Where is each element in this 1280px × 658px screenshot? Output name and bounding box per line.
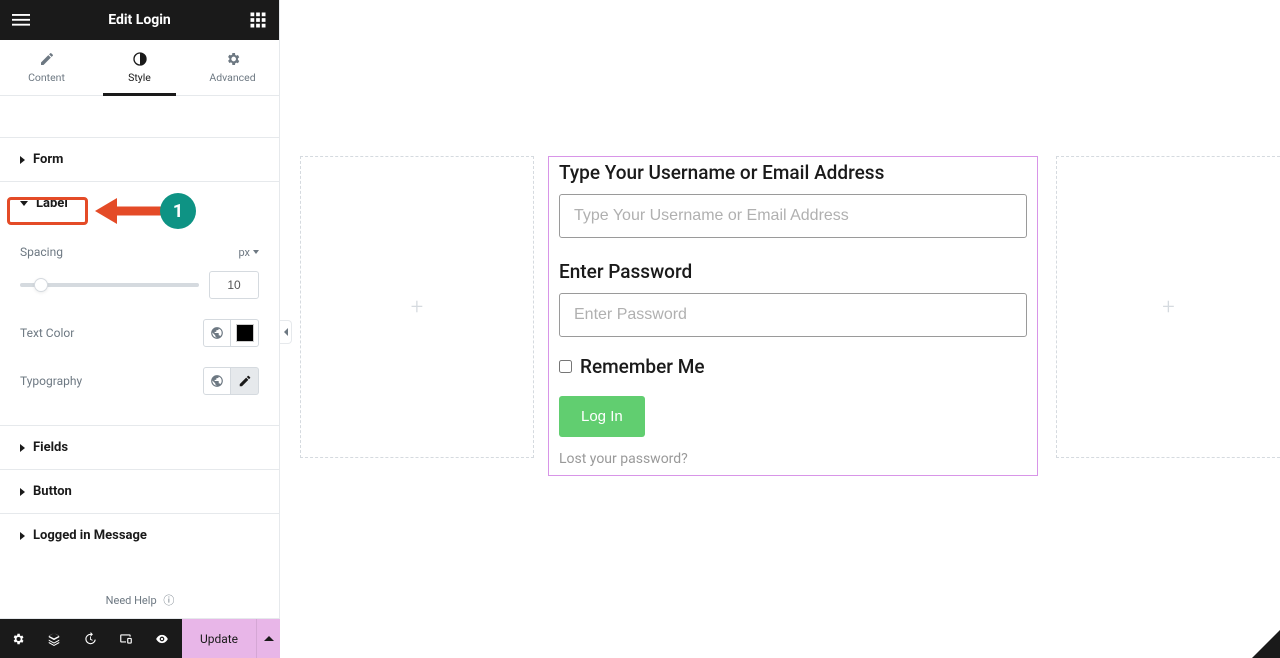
text-color-global-button[interactable] — [203, 319, 231, 347]
tab-content-label: Content — [28, 71, 65, 84]
panel-tabs: Content Style Advanced — [0, 40, 279, 96]
login-button-label: Log In — [581, 408, 623, 425]
section-logged-in-label: Logged in Message — [33, 528, 147, 543]
empty-column-right[interactable]: + — [1056, 156, 1280, 458]
caret-right-icon — [20, 156, 25, 164]
chevron-up-icon — [264, 636, 274, 641]
editor-panel: Edit Login Content Style Advanced Form — [0, 0, 280, 658]
spacing-value-input[interactable] — [209, 271, 259, 299]
update-button[interactable]: Update — [182, 619, 256, 658]
navigator-icon[interactable] — [36, 619, 72, 658]
typography-label: Typography — [20, 374, 82, 388]
empty-column-left[interactable]: + — [300, 156, 534, 458]
plus-icon: + — [1162, 295, 1174, 320]
tab-content[interactable]: Content — [0, 40, 93, 95]
remember-me-row[interactable]: Remember Me — [559, 355, 1027, 378]
section-fields[interactable]: Fields — [0, 426, 279, 470]
spacing-unit: px — [238, 246, 250, 259]
settings-icon[interactable] — [0, 619, 36, 658]
canvas-area: + Type Your Username or Email Address En… — [280, 0, 1280, 658]
section-button[interactable]: Button — [0, 470, 279, 514]
text-color-label: Text Color — [20, 326, 74, 340]
tab-style[interactable]: Style — [93, 40, 186, 95]
caret-right-icon — [20, 532, 25, 540]
plus-icon: + — [411, 295, 423, 320]
section-form[interactable]: Form — [0, 138, 279, 182]
tab-advanced-label: Advanced — [209, 71, 255, 84]
lost-password-label: Lost your password? — [559, 451, 688, 467]
spacing-unit-picker[interactable]: px — [238, 246, 259, 259]
typography-control: Typography — [20, 357, 259, 405]
chevron-down-icon — [253, 250, 259, 254]
username-input[interactable] — [559, 194, 1027, 238]
section-button-label: Button — [33, 484, 72, 499]
caret-down-icon — [20, 201, 28, 206]
panel-header: Edit Login — [0, 0, 279, 40]
sections-list: Form Label Spacing px Tex — [0, 96, 279, 658]
typography-global-button[interactable] — [203, 367, 231, 395]
username-label: Type Your Username or Email Address — [559, 161, 1027, 184]
spacing-label: Spacing — [20, 245, 63, 259]
remember-checkbox[interactable] — [559, 360, 572, 373]
password-input[interactable] — [559, 293, 1027, 337]
history-icon[interactable] — [72, 619, 108, 658]
color-swatch — [236, 324, 254, 342]
apps-grid-icon[interactable] — [249, 11, 267, 29]
spacing-slider[interactable] — [20, 275, 199, 295]
section-form-label: Form — [33, 152, 63, 167]
login-widget[interactable]: Type Your Username or Email Address Ente… — [548, 156, 1038, 476]
tab-style-label: Style — [128, 71, 151, 84]
section-label-body: Spacing px Text Color — [0, 225, 279, 426]
text-color-swatch-button[interactable] — [231, 319, 259, 347]
chevron-left-icon — [284, 328, 288, 336]
panel-title: Edit Login — [30, 12, 249, 28]
need-help-label: Need Help — [106, 594, 157, 607]
menu-icon[interactable] — [12, 11, 30, 29]
section-label-label: Label — [36, 196, 68, 211]
lost-password-link[interactable]: Lost your password? — [559, 451, 1027, 467]
section-label[interactable]: Label — [0, 182, 279, 225]
spacing-slider-row — [20, 269, 259, 309]
panel-bottom-bar: Update — [0, 618, 280, 658]
spacing-control-header: Spacing px — [20, 235, 259, 269]
login-button[interactable]: Log In — [559, 396, 645, 437]
section-spacer — [0, 96, 279, 138]
password-label: Enter Password — [559, 260, 1027, 283]
need-help-link[interactable]: Need Help ⓘ — [0, 584, 280, 616]
corner-decoration — [1252, 630, 1280, 658]
caret-right-icon — [20, 444, 25, 452]
remember-label: Remember Me — [580, 355, 705, 378]
update-options-button[interactable] — [256, 619, 280, 658]
caret-right-icon — [20, 488, 25, 496]
panel-collapse-handle[interactable] — [280, 320, 292, 344]
preview-icon[interactable] — [144, 619, 180, 658]
tab-advanced[interactable]: Advanced — [186, 40, 279, 95]
section-logged-in[interactable]: Logged in Message — [0, 514, 279, 557]
responsive-icon[interactable] — [108, 619, 144, 658]
update-button-label: Update — [200, 632, 238, 646]
section-fields-label: Fields — [33, 440, 68, 455]
typography-edit-button[interactable] — [231, 367, 259, 395]
text-color-control: Text Color — [20, 309, 259, 357]
